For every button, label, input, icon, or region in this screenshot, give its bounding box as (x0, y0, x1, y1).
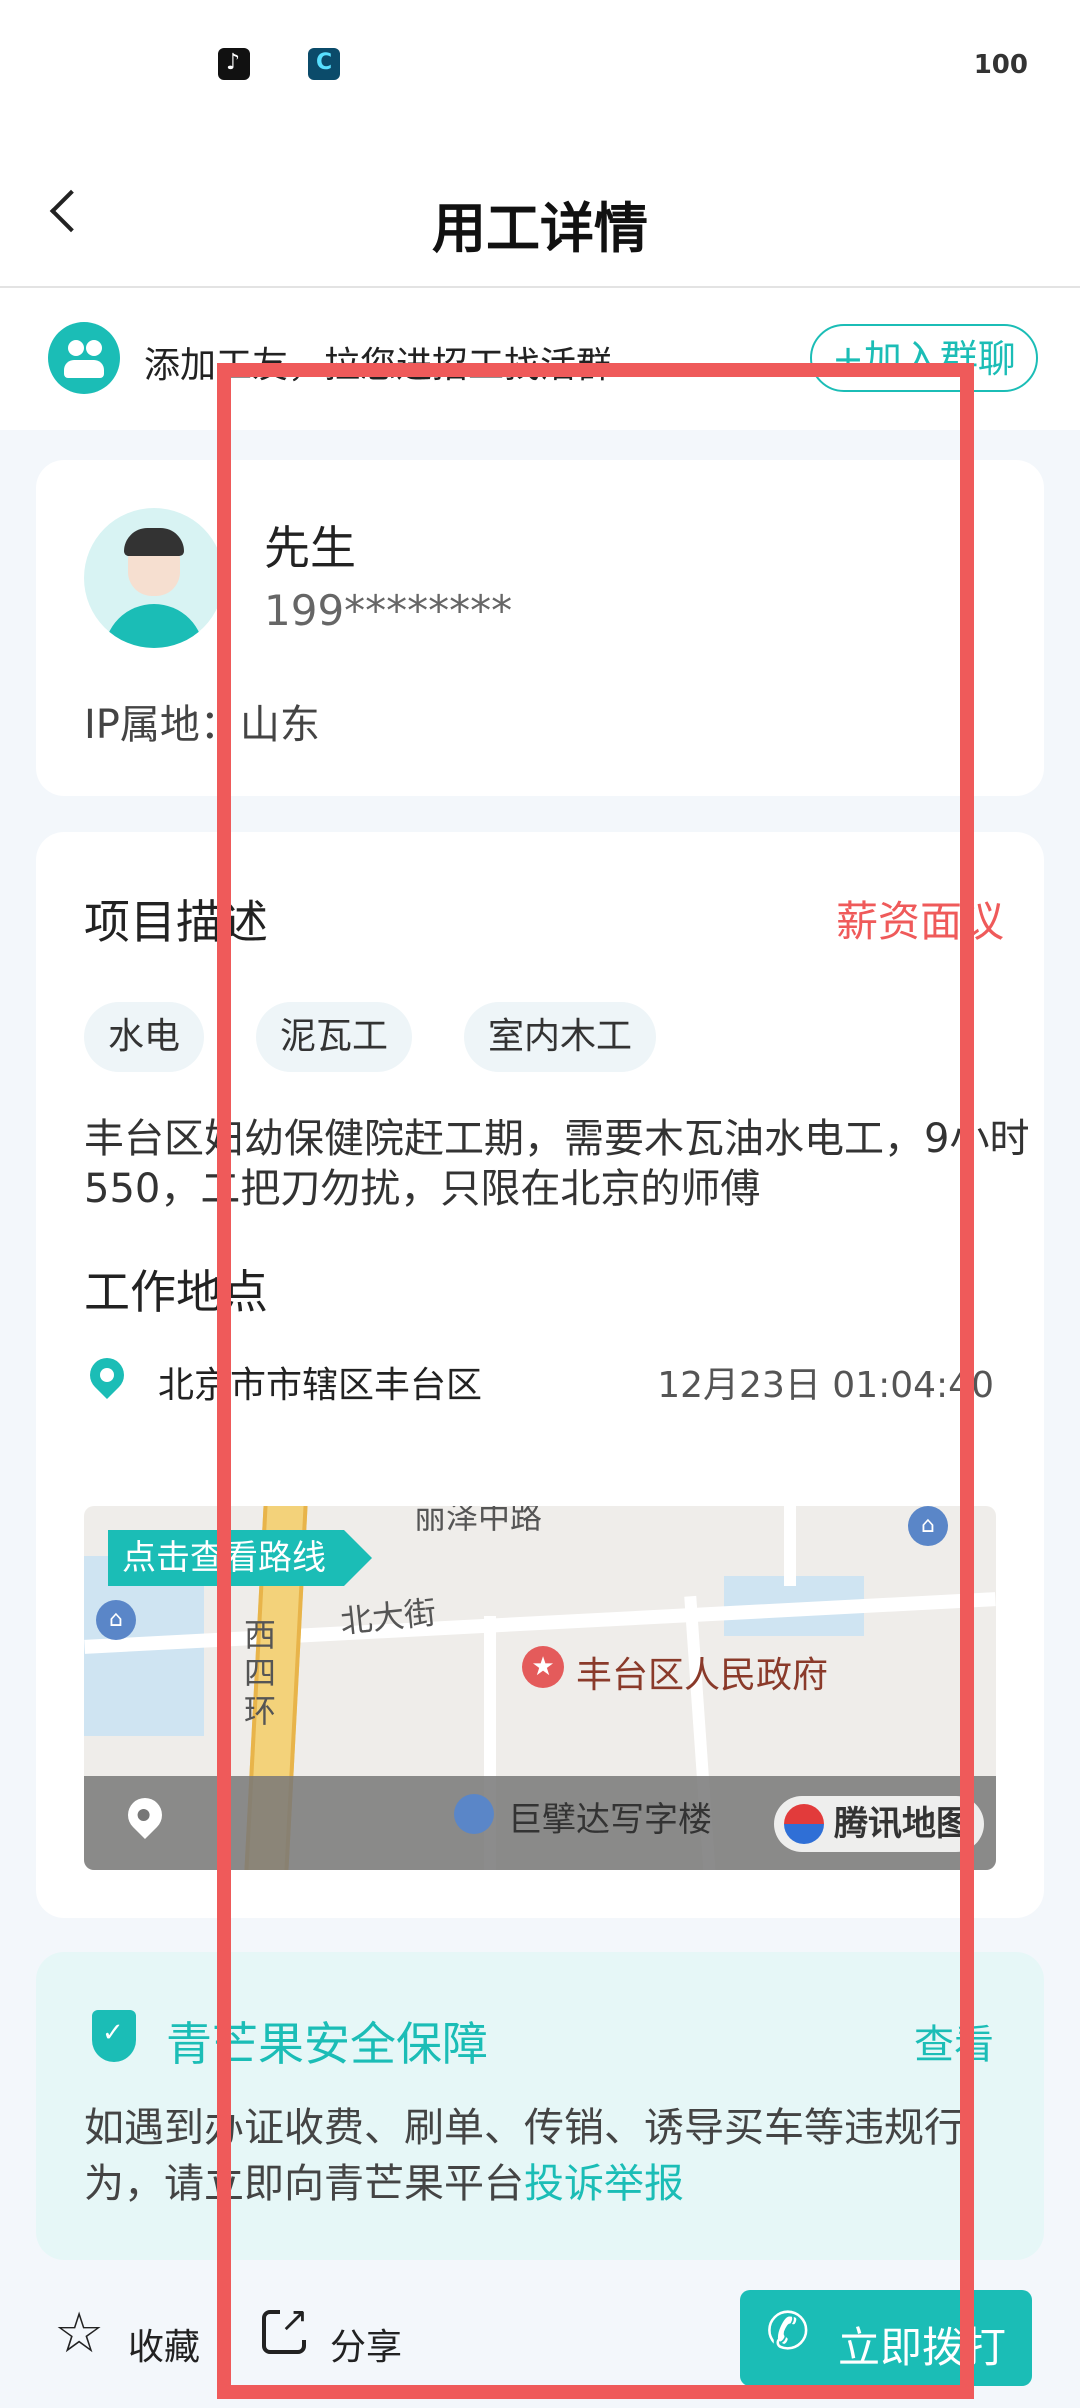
invite-text: 添加工友，拉您进招工找活群 (144, 345, 613, 386)
safety-title: 青芒果安全保障 (166, 2017, 488, 2071)
location-map[interactable]: 丽泽中路 北大街 西四环 ⌂ ⌂ ★ 丰台区人民政府 点击查看路线 巨擘达写字楼… (84, 1506, 996, 1870)
phone-icon: ✆ (766, 2302, 810, 2362)
map-ring-road-label: 西四环 (244, 1616, 277, 1730)
join-group-button[interactable]: +加入群聊 (810, 324, 1038, 392)
call-now-button[interactable]: ✆ 立即拨打 (740, 2290, 1032, 2386)
tencent-map-logo: 腾讯地图 (774, 1796, 984, 1852)
employer-name: 先生 (264, 521, 356, 575)
map-poi-label: 丰台区人民政府 (576, 1655, 829, 1696)
safety-notice: 如遇到办证收费、刷单、传销、诱导买车等违规行为，请立即向青芒果平台投诉举报 (84, 2105, 964, 2207)
map-location-pin-icon (120, 1790, 170, 1840)
share-icon[interactable] (262, 2300, 309, 2354)
group-users-icon (48, 322, 120, 394)
location-pin-icon (82, 1350, 132, 1400)
star-icon[interactable]: ☆ (54, 2306, 104, 2362)
work-location: 北京市市辖区丰台区 (158, 1365, 483, 1406)
status-bar: 100 (0, 0, 1080, 130)
employer-phone: 199******** (264, 586, 513, 635)
government-poi-icon: ★ (522, 1646, 564, 1688)
safety-guarantee-card: 青芒果安全保障 查看 如遇到办证收费、刷单、传销、诱导买车等违规行为，请立即向青… (36, 1952, 1044, 2260)
shield-check-icon (92, 2010, 136, 2062)
map-building-label: 巨擘达写字楼 (508, 1800, 712, 1840)
share-button[interactable]: 分享 (330, 2318, 402, 2370)
project-description-title: 项目描述 (84, 895, 268, 949)
safety-view-link[interactable]: 查看 (914, 2012, 994, 2070)
skill-tag: 泥瓦工 (256, 1002, 413, 1072)
bottom-action-bar: ☆ 收藏 分享 ✆ 立即拨打 (0, 2270, 1080, 2408)
call-now-label: 立即拨打 (838, 2323, 1007, 2372)
report-link[interactable]: 投诉举报 (524, 2161, 684, 2207)
page-title: 用工详情 (432, 197, 648, 260)
map-poi-icon: ⌂ (96, 1600, 136, 1640)
battery-level: 100 (973, 50, 1028, 80)
favorite-button[interactable]: 收藏 (128, 2318, 200, 2370)
group-invite-banner: 添加工友，拉您进招工找活群 +加入群聊 (0, 288, 1080, 430)
job-details-card: 项目描述 薪资面议 水电 泥瓦工 室内木工 丰台区妇幼保健院赶工期，需要木瓦油水… (36, 832, 1044, 1918)
post-time: 12月23日 01:04:40 (657, 1365, 994, 1406)
avatar (84, 508, 224, 648)
job-description: 丰台区妇幼保健院赶工期，需要木瓦油水电工，9小时550，二把刀勿扰，只限在北京的… (84, 1116, 1030, 1212)
skill-tag: 水电 (84, 1002, 205, 1072)
skill-tags: 水电 泥瓦工 室内木工 (84, 1002, 657, 1072)
map-footer: 巨擘达写字楼 腾讯地图 (84, 1776, 996, 1870)
building-icon (454, 1794, 494, 1834)
view-route-button[interactable]: 点击查看路线 (108, 1530, 372, 1586)
salary-text: 薪资面议 (835, 897, 1004, 946)
app-notification-icon (308, 48, 340, 80)
ip-location: IP属地：山东 (84, 702, 320, 748)
map-poi-icon: ⌂ (908, 1506, 948, 1546)
map-road-label: 丽泽中路 (414, 1506, 543, 1536)
top-app-bar: 用工详情 (0, 130, 1080, 288)
work-location-title: 工作地点 (84, 1265, 268, 1319)
skill-tag: 室内木工 (464, 1002, 657, 1072)
tiktok-notification-icon (218, 48, 250, 80)
employer-profile-card: 先生 199******** IP属地：山东 (36, 460, 1044, 796)
